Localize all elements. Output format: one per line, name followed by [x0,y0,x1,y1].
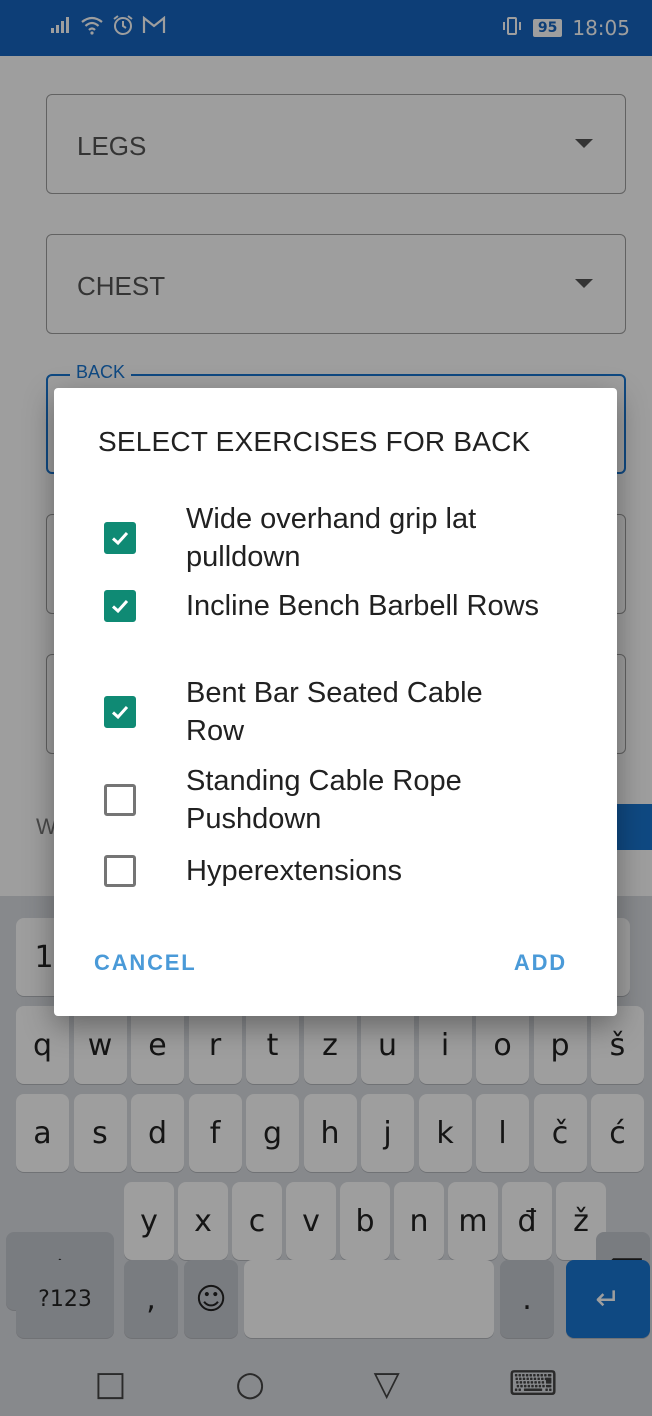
checkbox[interactable] [104,522,136,554]
exercise-option[interactable]: Hyperextensions [104,852,584,890]
dialog-title: SELECT EXERCISES FOR BACK [98,426,531,457]
checkbox[interactable] [104,590,136,622]
checkmark-icon [111,599,129,614]
dialog-actions: CANCEL ADD [54,912,617,1016]
checkmark-icon [111,531,129,546]
option-label: Standing Cable Rope Pushdown [186,765,462,835]
cancel-button[interactable]: CANCEL [94,950,196,976]
option-label: Bent Bar Seated Cable Row [186,677,483,747]
checkbox[interactable] [104,855,136,887]
add-button[interactable]: ADD [514,950,567,976]
checkbox[interactable] [104,784,136,816]
exercise-option[interactable]: Bent Bar Seated Cable Row [104,674,584,750]
exercise-option[interactable]: Incline Bench Barbell Rows [104,587,584,625]
exercise-option[interactable]: Standing Cable Rope Pushdown [104,762,584,838]
option-label: Hyperextensions [186,855,402,887]
option-label: Incline Bench Barbell Rows [186,590,540,622]
exercise-option[interactable]: Wide overhand grip lat pulldown [104,500,584,576]
option-label: Wide overhand grip lat pulldown [186,503,477,573]
checkmark-icon [111,705,129,720]
exercise-dialog: SELECT EXERCISES FOR BACK Wide overhand … [54,388,617,1016]
checkbox[interactable] [104,696,136,728]
